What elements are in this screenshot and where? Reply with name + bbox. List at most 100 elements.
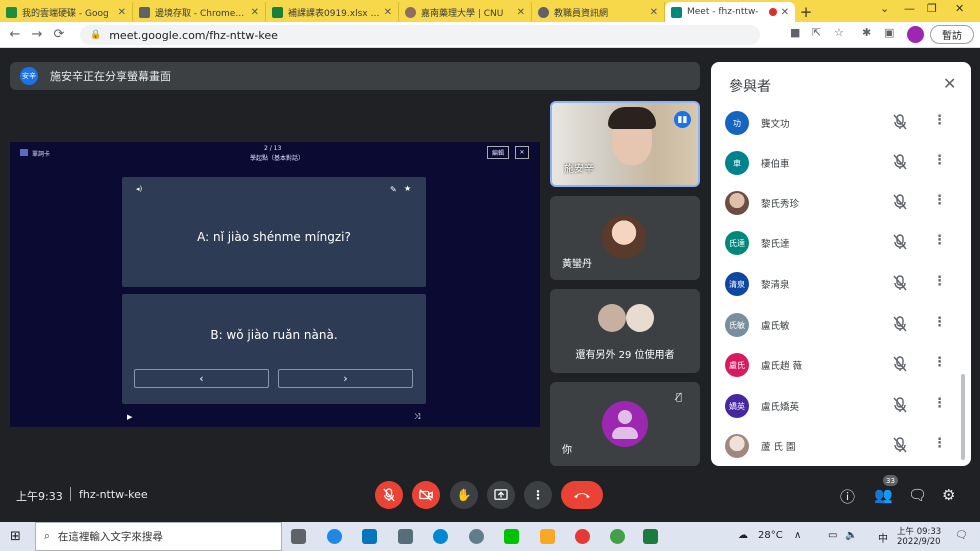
forward-icon[interactable]: → xyxy=(26,27,48,42)
line-icon[interactable] xyxy=(504,529,519,544)
flashcard-back[interactable]: B: wǒ jiào ruǎn nànà. ‹ › xyxy=(122,294,426,404)
close-window-icon[interactable]: ✕ xyxy=(955,2,964,15)
tab-sheet[interactable]: 補課課表0919.xlsx - G ✕ xyxy=(266,2,399,22)
meeting-details-icon[interactable]: ⓘ xyxy=(840,486,855,507)
excel-icon[interactable] xyxy=(643,529,658,544)
close-icon[interactable]: ✕ xyxy=(781,7,789,18)
edge-icon[interactable] xyxy=(327,529,342,544)
shared-screen[interactable]: 單詞卡 2 / 13 學起點（基本對話） 編輯 ✕ ◂) ✎ ★ A: nǐ j… xyxy=(10,142,540,427)
more-options-icon[interactable]: ⋮ xyxy=(933,315,946,330)
more-options-icon[interactable]: ⋮ xyxy=(933,153,946,168)
chrome-icon[interactable] xyxy=(575,529,590,544)
tile-others[interactable]: 還有另外 29 位使用者 xyxy=(550,289,700,373)
reload-icon[interactable]: ⟳ xyxy=(48,27,70,42)
new-tab-button[interactable]: + xyxy=(795,2,817,22)
participant-row[interactable]: 嬌英 盧氏嬌英 ⋮ xyxy=(711,386,956,426)
notification-icon[interactable]: 🗨 xyxy=(955,530,968,541)
network-icon[interactable]: ▭ xyxy=(828,530,837,541)
close-icon[interactable]: ✕ xyxy=(118,7,126,18)
clock-time: 上午 09:33 xyxy=(897,527,942,537)
ime-label[interactable]: 中 xyxy=(878,530,888,545)
minimize-icon[interactable]: — xyxy=(904,2,915,15)
more-options-icon[interactable]: ⋮ xyxy=(933,193,946,208)
chrome-profile-icon[interactable] xyxy=(610,529,625,544)
shuffle-icon[interactable]: ⤨ xyxy=(414,412,420,422)
task-view-icon[interactable] xyxy=(291,529,306,544)
leave-call-button[interactable] xyxy=(561,481,603,509)
more-options-icon[interactable]: ⋮ xyxy=(933,355,946,370)
participant-avatar xyxy=(725,191,749,215)
participant-row[interactable]: 蘆 氏 園 ⋮ xyxy=(711,426,956,466)
more-options-icon[interactable]: ⋮ xyxy=(933,274,946,289)
tile-participant[interactable]: 黃蠻丹 xyxy=(550,196,700,280)
mic-toggle-button[interactable] xyxy=(375,481,403,509)
activities-icon[interactable]: ⚙ xyxy=(942,486,955,504)
more-options-button[interactable]: ⋮ xyxy=(524,481,552,509)
prev-button[interactable]: ‹ xyxy=(134,369,269,388)
profile-avatar[interactable] xyxy=(907,26,924,43)
windows-start-icon[interactable]: ⊞ xyxy=(10,529,21,544)
calculator-icon[interactable] xyxy=(398,529,413,544)
file-explorer-icon[interactable] xyxy=(540,529,555,544)
raise-hand-button[interactable]: ✋ xyxy=(450,481,478,509)
share-icon[interactable]: ⇱ xyxy=(812,26,821,39)
star-icon[interactable]: ★ xyxy=(404,184,411,193)
mic-off-icon xyxy=(893,194,907,210)
flashcard-front[interactable]: ◂) ✎ ★ A: nǐ jiào shénme míngzi? xyxy=(122,177,426,287)
participant-row[interactable]: 盧氏 盧氏趙 薇 ⋮ xyxy=(711,345,956,385)
close-icon[interactable]: ✕ xyxy=(515,146,529,159)
participant-row[interactable]: 功 龔文功 ⋮ xyxy=(711,103,956,143)
close-icon[interactable]: ✕ xyxy=(251,7,259,18)
tray-chevron-icon[interactable]: ∧ xyxy=(794,530,801,541)
participant-row[interactable]: 氏敏 盧氏敏 ⋮ xyxy=(711,305,956,345)
back-icon[interactable]: ← xyxy=(4,27,26,42)
bookmark-star-icon[interactable]: ☆ xyxy=(834,26,844,39)
chat-icon[interactable]: 🗨 xyxy=(908,486,927,504)
photos-icon[interactable] xyxy=(362,529,377,544)
more-options-icon[interactable]: ⋮ xyxy=(933,113,946,128)
close-icon[interactable]: ✕ xyxy=(517,7,525,18)
people-icon[interactable]: 👥 xyxy=(874,486,893,504)
camera-icon[interactable]: ■ xyxy=(790,26,800,39)
participant-row[interactable]: 車 棲伯車 ⋮ xyxy=(711,143,956,183)
taskbar-search[interactable]: ⌕ 在這裡輸入文字來搜尋 xyxy=(35,522,282,551)
close-icon[interactable]: ✕ xyxy=(384,7,392,18)
edge-browser-icon[interactable] xyxy=(433,529,448,544)
tile-presenter[interactable]: ▮▮ 施安辛 xyxy=(550,101,700,187)
tab-cnu[interactable]: 嘉南藥理大學 | CNU ✕ xyxy=(399,2,532,22)
audio-icon[interactable]: ◂) xyxy=(136,185,142,193)
tab-staff-info[interactable]: 教職員資訊網 ✕ xyxy=(532,2,665,22)
participant-count-badge: 33 xyxy=(883,475,898,486)
edit-button[interactable]: 編輯 xyxy=(487,146,509,159)
edit-icon[interactable]: ✎ xyxy=(390,185,397,194)
participant-row[interactable]: 清泉 黎清泉 ⋮ xyxy=(711,264,956,304)
close-panel-icon[interactable]: ✕ xyxy=(943,74,956,93)
camera-toggle-button[interactable] xyxy=(412,481,440,509)
weather-temp: 28°C xyxy=(758,530,783,541)
weather-icon[interactable]: ☁ xyxy=(738,530,748,541)
tab-chrome-access[interactable]: 邊境存取 - Chrome 主 ✕ xyxy=(133,2,266,22)
present-button[interactable] xyxy=(487,481,515,509)
play-icon[interactable]: ▶ xyxy=(127,413,132,421)
sidepanel-icon[interactable]: ▣ xyxy=(884,26,894,39)
extensions-icon[interactable]: ✱ xyxy=(862,26,871,39)
panel-scrollbar[interactable] xyxy=(961,374,965,460)
volume-icon[interactable]: 🔈 xyxy=(845,530,857,541)
participant-row[interactable]: 氏達 黎氏達 ⋮ xyxy=(711,223,956,263)
more-options-icon[interactable]: ⋮ xyxy=(933,436,946,451)
settings-icon[interactable] xyxy=(469,529,484,544)
address-bar[interactable]: 🔒 meet.google.com/fhz-nttw-kee xyxy=(80,25,760,45)
meeting-time: 上午9:33 xyxy=(16,490,63,503)
tab-drive[interactable]: 我的雲端硬碟 - Goog ✕ xyxy=(0,2,133,22)
search-icon: ⌕ xyxy=(44,530,50,542)
more-options-icon[interactable]: ⋮ xyxy=(933,396,946,411)
participant-row[interactable]: 黎氏秀珍 ⋮ xyxy=(711,183,956,223)
next-button[interactable]: › xyxy=(278,369,413,388)
tile-self[interactable]: 🎙̸ 你 xyxy=(550,382,700,466)
close-icon[interactable]: ✕ xyxy=(650,7,658,18)
window-dropdown-icon[interactable]: ⌄ xyxy=(880,2,889,15)
restore-icon[interactable]: ❐ xyxy=(927,2,937,15)
tab-meet[interactable]: Meet - fhz-nttw- ✕ xyxy=(665,2,795,22)
paused-button[interactable]: 暫訪 xyxy=(930,25,974,44)
more-options-icon[interactable]: ⋮ xyxy=(933,233,946,248)
